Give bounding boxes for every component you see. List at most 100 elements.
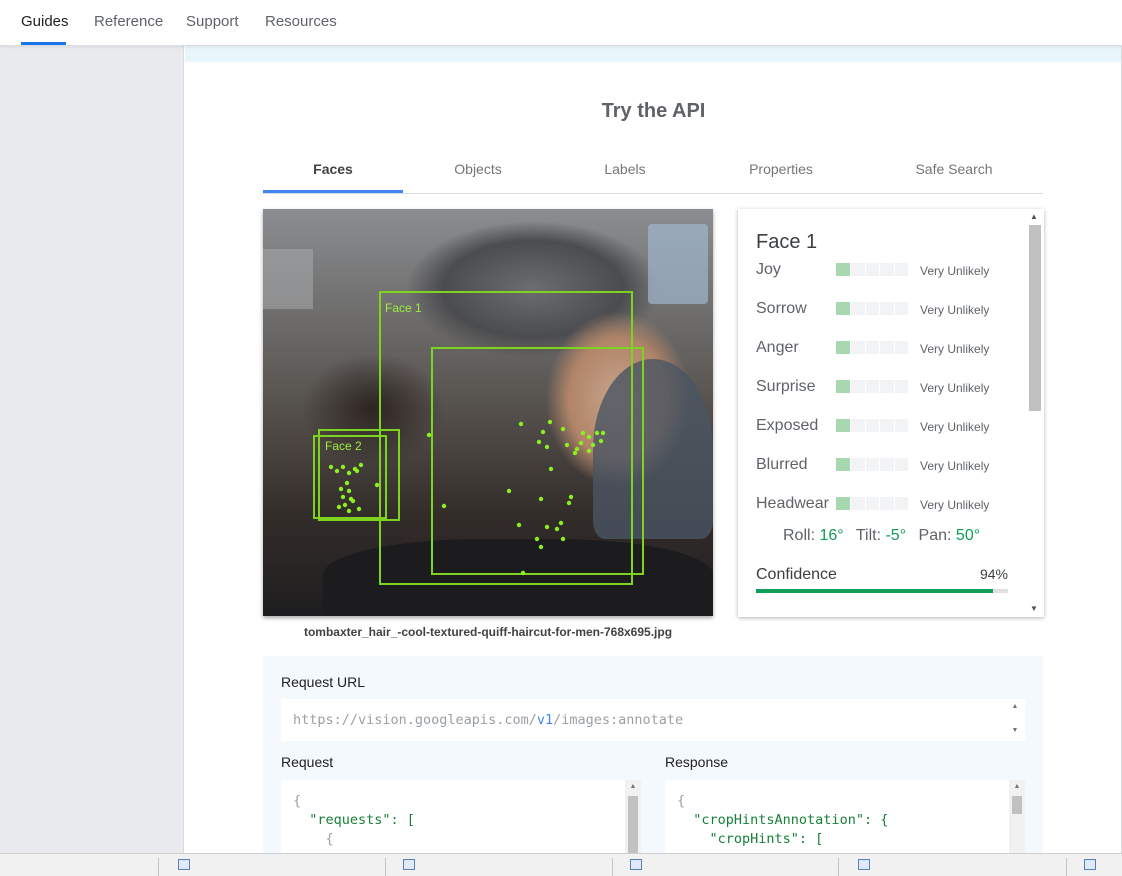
nav-support[interactable]: Support [186,13,239,30]
likelihood-bar-divider [850,458,852,471]
likelihood-text: Very Unlikely [920,498,990,512]
likelihood-bar-divider [893,419,895,432]
request-line-3: { [325,831,334,847]
emotion-label: Anger [756,339,799,356]
likelihood-bar-divider [893,458,895,471]
likelihood-bar [836,380,908,393]
landmark-point [328,464,334,470]
info-strip [185,46,1122,62]
likelihood-bar-divider [850,302,852,315]
url-version: v1 [536,712,554,728]
url-scroll-down[interactable]: ▼ [1009,727,1021,734]
likelihood-bar-divider [864,458,866,471]
likelihood-bar-divider [879,497,881,510]
feature-tabs: Faces Objects Labels Properties Safe Sea… [263,156,1043,194]
landmark-point [560,536,566,542]
landmark-point [344,480,350,486]
likelihood-text: Very Unlikely [920,459,990,473]
emotion-row-blurred: Blurred Very Unlikely [756,454,1026,478]
nav-resources[interactable]: Resources [265,13,337,30]
document-icon [403,858,415,870]
tab-faces[interactable]: Faces [263,161,403,177]
landmark-point [346,508,352,514]
response-line-2: "cropHintsAnnotation": { [693,812,889,828]
nav-reference[interactable]: Reference [94,13,163,30]
likelihood-bar-fill [836,263,850,276]
landmark-point [540,429,546,435]
landmark-point [534,536,540,542]
response-scrollbar-thumb[interactable] [1012,796,1022,814]
tab-properties[interactable]: Properties [716,161,846,177]
response-line-1: { [677,793,686,809]
face-title: Face 1 [756,231,818,253]
landmark-point [336,504,342,510]
emotion-label: Joy [756,261,781,278]
landmark-point [518,421,524,427]
taskbar-item[interactable] [858,858,878,876]
face-1-label: Face 1 [385,301,422,315]
nav-guides[interactable]: Guides [21,13,69,30]
emotion-label: Sorrow [756,300,807,317]
likelihood-bar-divider [879,263,881,276]
emotion-row-surprise: Surprise Very Unlikely [756,376,1026,400]
likelihood-bar [836,458,908,471]
taskbar-item[interactable] [1084,858,1104,876]
taskbar-item[interactable] [630,858,650,876]
landmark-point [506,488,512,494]
emotion-label: Blurred [756,456,808,473]
confidence-bar [756,589,1008,593]
pan-value: 50° [955,527,981,544]
request-label: Request [281,754,334,770]
likelihood-bar [836,497,908,510]
request-code[interactable]: { "requests": [ { [293,792,415,849]
url-scroll-up[interactable]: ▲ [1009,703,1021,710]
landmark-point [600,430,606,436]
annotated-image[interactable]: Face 1 Face 2 [263,209,713,616]
response-scroll-up[interactable]: ▲ [1011,783,1023,790]
face-card-scrollbar[interactable]: ▲ ▼ [1026,209,1044,617]
scrollbar-thumb[interactable] [1029,225,1041,411]
face-annotation-overlay: Face 1 Face 2 [313,291,644,585]
likelihood-bar [836,341,908,354]
roll-label: Roll: [783,527,816,544]
taskbar-separator [1066,858,1067,876]
request-url-field[interactable]: https://vision.googleapis.com/v1/images:… [281,699,1025,741]
response-code[interactable]: { "cropHintsAnnotation": { "cropHints": … [677,792,888,849]
likelihood-bar-divider [864,341,866,354]
emotion-row-sorrow: Sorrow Very Unlikely [756,298,1026,322]
confidence-value: 94% [979,566,1008,582]
landmark-point [426,432,432,438]
likelihood-bar-divider [879,341,881,354]
landmark-point [356,506,362,512]
landmark-point [586,434,592,440]
landmark-point [346,470,352,476]
taskbar-item[interactable] [403,858,423,876]
likelihood-bar-fill [836,497,850,510]
emotion-row-anger: Anger Very Unlikely [756,337,1026,361]
request-url-text[interactable]: https://vision.googleapis.com/v1/images:… [293,712,683,728]
tab-labels[interactable]: Labels [560,161,690,177]
likelihood-bar-divider [850,419,852,432]
taskbar-separator [838,858,839,876]
page-title: Try the API [601,100,706,122]
tab-safe-search[interactable]: Safe Search [889,161,1019,177]
taskbar-item[interactable] [178,858,198,876]
likelihood-bar-fill [836,341,850,354]
request-scroll-up[interactable]: ▲ [627,783,639,790]
landmark-point [354,468,360,474]
likelihood-text: Very Unlikely [920,381,990,395]
emotion-label: Surprise [756,378,816,395]
likelihood-bar-divider [850,380,852,393]
likelihood-bar-divider [864,497,866,510]
likelihood-bar-divider [879,419,881,432]
scroll-down-arrow[interactable]: ▼ [1030,604,1038,613]
likelihood-text: Very Unlikely [920,342,990,356]
landmark-point [564,442,570,448]
landmark-point [566,500,572,506]
request-line-1: { [293,793,302,809]
likelihood-bar-divider [864,380,866,393]
landmark-point [538,496,544,502]
landmark-point [598,438,604,444]
scroll-up-arrow[interactable]: ▲ [1030,212,1038,221]
tab-objects[interactable]: Objects [413,161,543,177]
